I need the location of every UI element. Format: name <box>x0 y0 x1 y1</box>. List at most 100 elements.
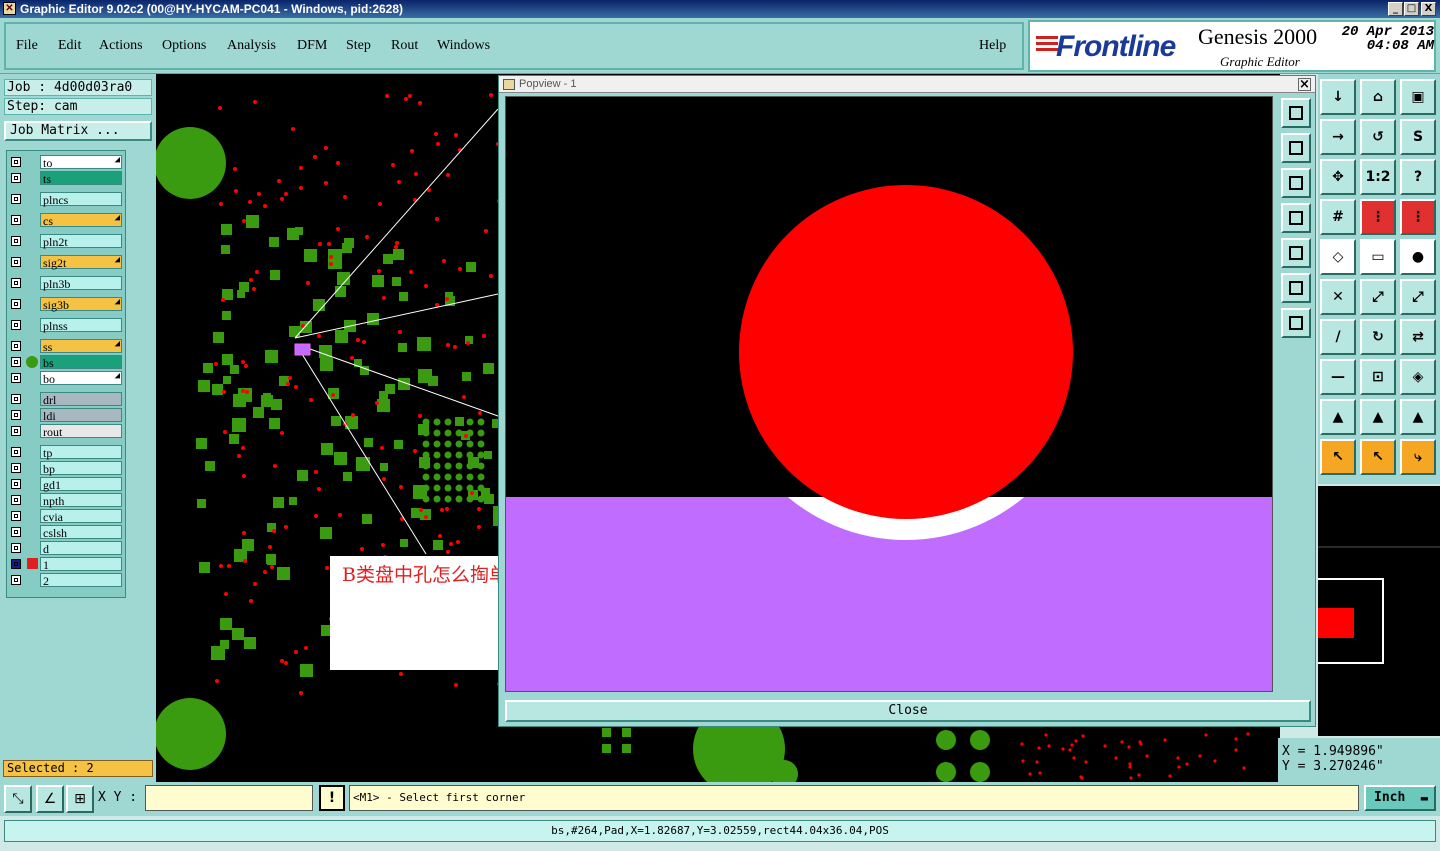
undo-icon[interactable]: ↺ <box>1360 119 1396 155</box>
flip-icon[interactable]: ⇄ <box>1400 319 1436 355</box>
window-icon[interactable]: ▣ <box>1400 79 1436 115</box>
layer-checkbox[interactable] <box>11 543 21 553</box>
layer-checkbox[interactable] <box>11 215 21 225</box>
path-icon[interactable]: ⤷ <box>1400 439 1436 475</box>
layer-name[interactable]: to <box>40 155 122 170</box>
maximize-button[interactable]: □ <box>1404 2 1419 16</box>
layer-row[interactable]: drl <box>6 391 126 407</box>
shapes-icon[interactable]: ◈ <box>1400 359 1436 395</box>
measure-icon[interactable]: ⤡ <box>4 785 32 813</box>
layer-checkbox[interactable] <box>11 157 21 167</box>
layer-checkbox[interactable] <box>11 278 21 288</box>
triangle2-icon[interactable]: ▲ <box>1360 399 1396 435</box>
close-window-button[interactable]: X <box>1421 2 1436 16</box>
layer-name[interactable]: cvia <box>40 509 122 524</box>
layer-name[interactable]: cslsh <box>40 525 122 540</box>
exclamation-button[interactable]: ! <box>319 785 345 811</box>
layer-checkbox[interactable] <box>11 559 21 569</box>
snap-grid-icon[interactable]: ⊞ <box>66 785 94 813</box>
menu-edit[interactable]: Edit <box>58 38 81 54</box>
layer-name[interactable]: 1 <box>40 557 122 572</box>
snake-icon[interactable]: S <box>1400 119 1436 155</box>
menu-analysis[interactable]: Analysis <box>227 38 276 54</box>
layer-name[interactable]: ss <box>40 339 122 354</box>
layer-checkbox[interactable] <box>11 257 21 267</box>
menu-actions[interactable]: Actions <box>99 38 143 54</box>
popview-home-tool[interactable] <box>1281 133 1311 163</box>
pan-icon[interactable]: ✥ <box>1320 159 1356 195</box>
layer-checkbox[interactable] <box>11 394 21 404</box>
layer-row[interactable]: to ◢ <box>6 154 126 170</box>
layer-checkbox[interactable] <box>11 320 21 330</box>
layer-row[interactable]: ts <box>6 170 126 186</box>
popview-close-icon[interactable]: × <box>1298 78 1311 91</box>
minimap[interactable] <box>1307 486 1440 736</box>
layer-row[interactable]: bs <box>6 354 126 370</box>
grid-icon[interactable]: # <box>1320 199 1356 235</box>
layer-name[interactable]: tp <box>40 445 122 460</box>
popview-right-tool[interactable] <box>1281 238 1311 268</box>
layer-row[interactable]: pln2t <box>6 233 126 249</box>
arc-icon[interactable]: ↻ <box>1360 319 1396 355</box>
triangle3-icon[interactable]: ▲ <box>1400 399 1436 435</box>
pointer2-icon[interactable]: ↖ <box>1360 439 1396 475</box>
layer-name[interactable]: drl <box>40 392 122 407</box>
layer-checkbox[interactable] <box>11 373 21 383</box>
layer-checkbox[interactable] <box>11 479 21 489</box>
pointer-icon[interactable]: ↖ <box>1320 439 1356 475</box>
layer-name[interactable]: sig3b <box>40 297 122 312</box>
layer-row[interactable]: plncs <box>6 191 126 207</box>
layer-row[interactable]: d <box>6 540 126 556</box>
layer-checkbox[interactable] <box>11 447 21 457</box>
layer-name[interactable]: bp <box>40 461 122 476</box>
popview-left-tool[interactable] <box>1281 203 1311 233</box>
layer-checkbox[interactable] <box>11 173 21 183</box>
popview-down-tool[interactable] <box>1281 168 1311 198</box>
h-line-icon[interactable]: — <box>1320 359 1356 395</box>
menu-windows[interactable]: Windows <box>437 38 490 54</box>
layer-row[interactable]: sig3b ◢ <box>6 296 126 312</box>
popview-canvas[interactable] <box>505 96 1273 692</box>
layer-row[interactable]: cslsh <box>6 524 126 540</box>
layer-name[interactable]: gd1 <box>40 477 122 492</box>
layer-name[interactable]: rout <box>40 424 122 439</box>
layer-name[interactable]: bo <box>40 371 122 386</box>
layer-row[interactable]: cvia <box>6 508 126 524</box>
layer-name[interactable]: sig2t <box>40 255 122 270</box>
job-matrix-button[interactable]: Job Matrix ... <box>4 121 152 141</box>
layer-checkbox[interactable] <box>11 495 21 505</box>
layer-checkbox[interactable] <box>11 511 21 521</box>
xy-input[interactable] <box>145 785 313 811</box>
minimize-button[interactable]: _ <box>1388 2 1403 16</box>
layer-row[interactable]: gd1 <box>6 476 126 492</box>
connect2-icon[interactable]: ⤢ <box>1400 279 1436 315</box>
layer-name[interactable]: ldi <box>40 408 122 423</box>
layer-checkbox[interactable] <box>11 236 21 246</box>
menu-rout[interactable]: Rout <box>391 38 418 54</box>
layer-row[interactable]: ss ◢ <box>6 338 126 354</box>
move-icon[interactable]: ↓ <box>1320 79 1356 115</box>
layer-name[interactable]: plncs <box>40 192 122 207</box>
menu-step[interactable]: Step <box>346 38 371 54</box>
line-icon[interactable]: / <box>1320 319 1356 355</box>
layer-checkbox[interactable] <box>11 426 21 436</box>
layer-name[interactable]: plnss <box>40 318 122 333</box>
layer-checkbox[interactable] <box>11 463 21 473</box>
layer-checkbox[interactable] <box>11 341 21 351</box>
route2-icon[interactable]: ⋮ <box>1400 199 1436 235</box>
layer-checkbox[interactable] <box>11 194 21 204</box>
layer-row[interactable]: pln3b <box>6 275 126 291</box>
layer-row[interactable]: plnss <box>6 317 126 333</box>
layer-checkbox[interactable] <box>11 357 21 367</box>
popview-zoom-tool[interactable] <box>1281 98 1311 128</box>
dimension-icon[interactable]: ⊡ <box>1360 359 1396 395</box>
layer-checkbox[interactable] <box>11 527 21 537</box>
arrow-right-icon[interactable]: → <box>1320 119 1356 155</box>
ruler-icon[interactable]: ▭ <box>1360 239 1396 275</box>
popview-fit-tool[interactable] <box>1281 273 1311 303</box>
layer-name[interactable]: bs <box>40 355 122 370</box>
menu-file[interactable]: File <box>16 38 38 54</box>
unit-selector[interactable]: Inch ▬ <box>1364 785 1436 811</box>
shape-icon[interactable]: ◇ <box>1320 239 1356 275</box>
popview-close-button[interactable]: Close <box>505 700 1311 722</box>
